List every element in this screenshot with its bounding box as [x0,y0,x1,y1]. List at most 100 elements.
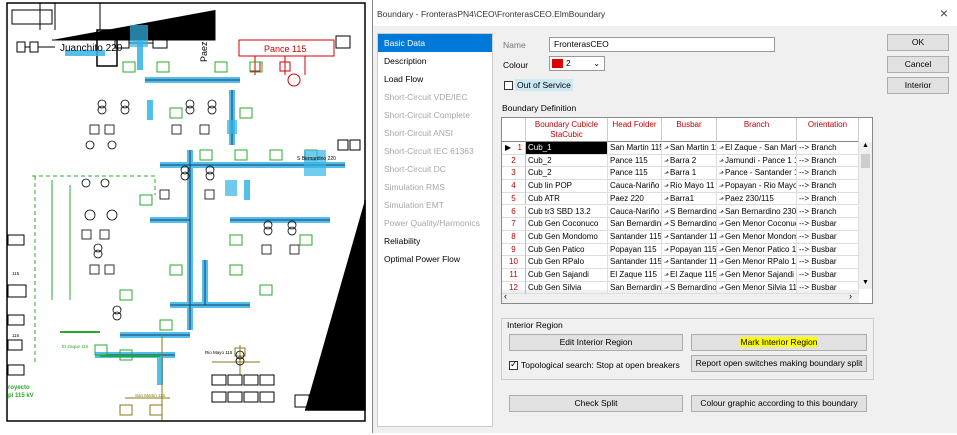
table-cell-busbar[interactable]: ⬏S Bernardino [662,218,717,231]
table-cell-cubicle[interactable]: Cub_2 [526,167,608,181]
row-number[interactable]: 10 [502,256,526,269]
table-cell-folder[interactable]: Paez 220 [608,192,662,206]
row-number[interactable]: 4 [502,180,526,193]
scroll-thumb[interactable] [861,154,870,168]
table-cell-orient[interactable]: --> Branch [797,192,859,206]
table-cell-orient[interactable]: --> Busbar [797,218,859,231]
table-cell-folder[interactable]: San Martin 115 [608,142,662,155]
table-cell-cubicle[interactable]: Cub Gen RPalo [526,256,608,269]
single-line-diagram[interactable]: Juanchito 220 Paez 220 Pance 115 S Berna… [0,0,372,433]
table-cell-folder[interactable]: Popayan 115 [608,243,662,257]
table-cell-orient[interactable]: --> Branch [797,180,859,193]
row-number[interactable]: 2 [502,154,526,168]
row-number[interactable]: 3 [502,167,526,181]
table-cell-orient[interactable]: --> Busbar [797,269,859,282]
table-cell-folder[interactable]: Pance 115 [608,167,662,181]
link-arrow-icon: ⬏ [719,146,725,152]
table-cell-folder[interactable]: Santander 115 [608,230,662,244]
table-cell-busbar[interactable]: ⬏Barra1 [662,192,717,206]
table-cell-orient[interactable]: --> Busbar [797,256,859,269]
table-cell-branch[interactable]: ⬏Jamundi - Pance 1 1 [717,154,797,168]
ok-button[interactable]: OK [887,34,949,51]
row-number[interactable]: 5 [502,192,526,206]
table-cell-branch[interactable]: ⬏Gen Menor Coconuc [717,218,797,231]
column-header-busbar[interactable]: Busbar [662,118,717,142]
column-header-branch[interactable]: Branch [717,118,797,142]
nav-item-load-flow[interactable]: Load Flow [378,70,492,88]
table-cell-folder[interactable]: San Bernardino [608,281,662,295]
column-header-cubicle[interactable]: Boundary Cubicle StaCubic [526,118,608,142]
mark-interior-region-button[interactable]: Mark Interior Region [691,334,867,351]
table-cell-branch[interactable]: ⬏El Zaque - San Marti [717,142,797,155]
table-cell-busbar[interactable]: ⬏S Bernardino [662,205,717,219]
table-cell-cubicle[interactable]: Cub Gen Coconuco [526,218,608,231]
table-cell-branch[interactable]: ⬏Gen Menor Silvia 11 [717,281,797,295]
column-header-orient[interactable]: Orientation [797,118,859,142]
edit-interior-region-button[interactable]: Edit Interior Region [509,334,683,351]
table-cell-folder[interactable]: San Bernardino [608,218,662,231]
table-cell-cubicle[interactable]: Cub lin POP [526,180,608,193]
row-number[interactable]: 6 [502,205,526,219]
table-cell-orient[interactable]: --> Busbar [797,243,859,257]
table-cell-orient[interactable]: --> Busbar [797,281,859,295]
cancel-button[interactable]: Cancel [887,56,949,73]
table-cell-busbar[interactable]: ⬏Rio Mayo 11 [662,180,717,193]
table-cell-branch[interactable]: ⬏Gen Menor RPalo 11 [717,256,797,269]
table-cell-folder[interactable]: Cauca-Nariño [608,205,662,219]
table-cell-cubicle[interactable]: Cub Gen Silvia [526,281,608,295]
table-cell-cubicle[interactable]: Cub Gen Sajandi [526,269,608,282]
table-cell-orient[interactable]: --> Branch [797,167,859,181]
boundary-definition-table[interactable]: ▲ ▼ ‹ › Boundary Cubicle StaCubic Head Fo… [501,117,873,304]
close-icon[interactable]: × [940,5,948,21]
row-number[interactable]: 12 [502,281,526,295]
table-cell-folder[interactable]: Cauca-Nariño [608,180,662,193]
nav-item-reliability[interactable]: Reliability [378,232,492,250]
table-cell-busbar[interactable]: ⬏S Bernardino [662,281,717,295]
interior-button[interactable]: Interior [887,77,949,94]
table-cell-busbar[interactable]: ⬏Barra 1 [662,167,717,181]
table-cell-folder[interactable]: El Zaque 115 [608,269,662,282]
table-cell-busbar[interactable]: ⬏Barra 2 [662,154,717,168]
table-cell-busbar[interactable]: ⬏Popayan 115 [662,243,717,257]
row-number[interactable]: 9 [502,243,526,257]
vertical-scrollbar[interactable]: ▲ ▼ [859,142,872,289]
table-cell-cubicle[interactable]: Cub_1 [526,142,608,155]
colour-graphic-button[interactable]: Colour graphic according to this boundar… [691,395,867,412]
table-cell-busbar[interactable]: ⬏Santander 11 [662,256,717,269]
table-cell-folder[interactable]: Santander 115 [608,256,662,269]
table-cell-orient[interactable]: --> Branch [797,205,859,219]
table-cell-branch[interactable]: ⬏Gen Menor Mondom [717,230,797,244]
table-cell-orient[interactable]: --> Branch [797,154,859,168]
nav-item-basic-data[interactable]: Basic Data [378,34,492,52]
table-cell-branch[interactable]: ⬏Gen Menor Patico 1 [717,243,797,257]
name-input[interactable]: FronterasCEO [549,37,775,52]
table-cell-cubicle[interactable]: Cub_2 [526,154,608,168]
row-number[interactable]: 8 [502,230,526,244]
check-split-button[interactable]: Check Split [509,395,683,412]
table-cell-folder[interactable]: Pance 115 [608,154,662,168]
nav-item-optimal-power-flow[interactable]: Optimal Power Flow [378,250,492,268]
table-cell-branch[interactable]: ⬏Gen Menor Sajandi [717,269,797,282]
table-cell-orient[interactable]: --> Busbar [797,230,859,244]
table-cell-busbar[interactable]: ⬏El Zaque 115 [662,269,717,282]
table-cell-busbar[interactable]: ⬏Santander 11 [662,230,717,244]
table-cell-busbar[interactable]: ⬏San Martin 11 [662,142,717,155]
table-cell-orient[interactable]: --> Branch [797,142,859,155]
row-number[interactable]: 7 [502,218,526,231]
topological-search-checkbox[interactable]: ✓ [509,359,518,370]
diagram-canvas[interactable]: Juanchito 220 Paez 220 Pance 115 S Berna… [0,0,372,433]
table-cell-branch[interactable]: ⬏Pance - Santander 1 [717,167,797,181]
table-cell-cubicle[interactable]: Cub Gen Mondomo [526,230,608,244]
table-cell-branch[interactable]: ⬏San Bernardino 230/ [717,205,797,219]
row-number[interactable]: 11 [502,269,526,282]
colour-select[interactable]: 2 ⌄ [549,56,605,71]
table-cell-cubicle[interactable]: Cub tr3 SBD 13.2 [526,205,608,219]
out-of-service-checkbox[interactable] [504,81,513,90]
table-cell-cubicle[interactable]: Cub Gen Patico [526,243,608,257]
table-cell-branch[interactable]: ⬏Popayan - Rio Mayo 1 [717,180,797,193]
column-header-folder[interactable]: Head Folder [608,118,662,142]
table-cell-cubicle[interactable]: Cub ATR [526,192,608,206]
table-cell-branch[interactable]: ⬏Paez 230/115 [717,192,797,206]
report-open-switches-button[interactable]: Report open switches making boundary spl… [691,355,867,372]
nav-item-description[interactable]: Description [378,52,492,70]
